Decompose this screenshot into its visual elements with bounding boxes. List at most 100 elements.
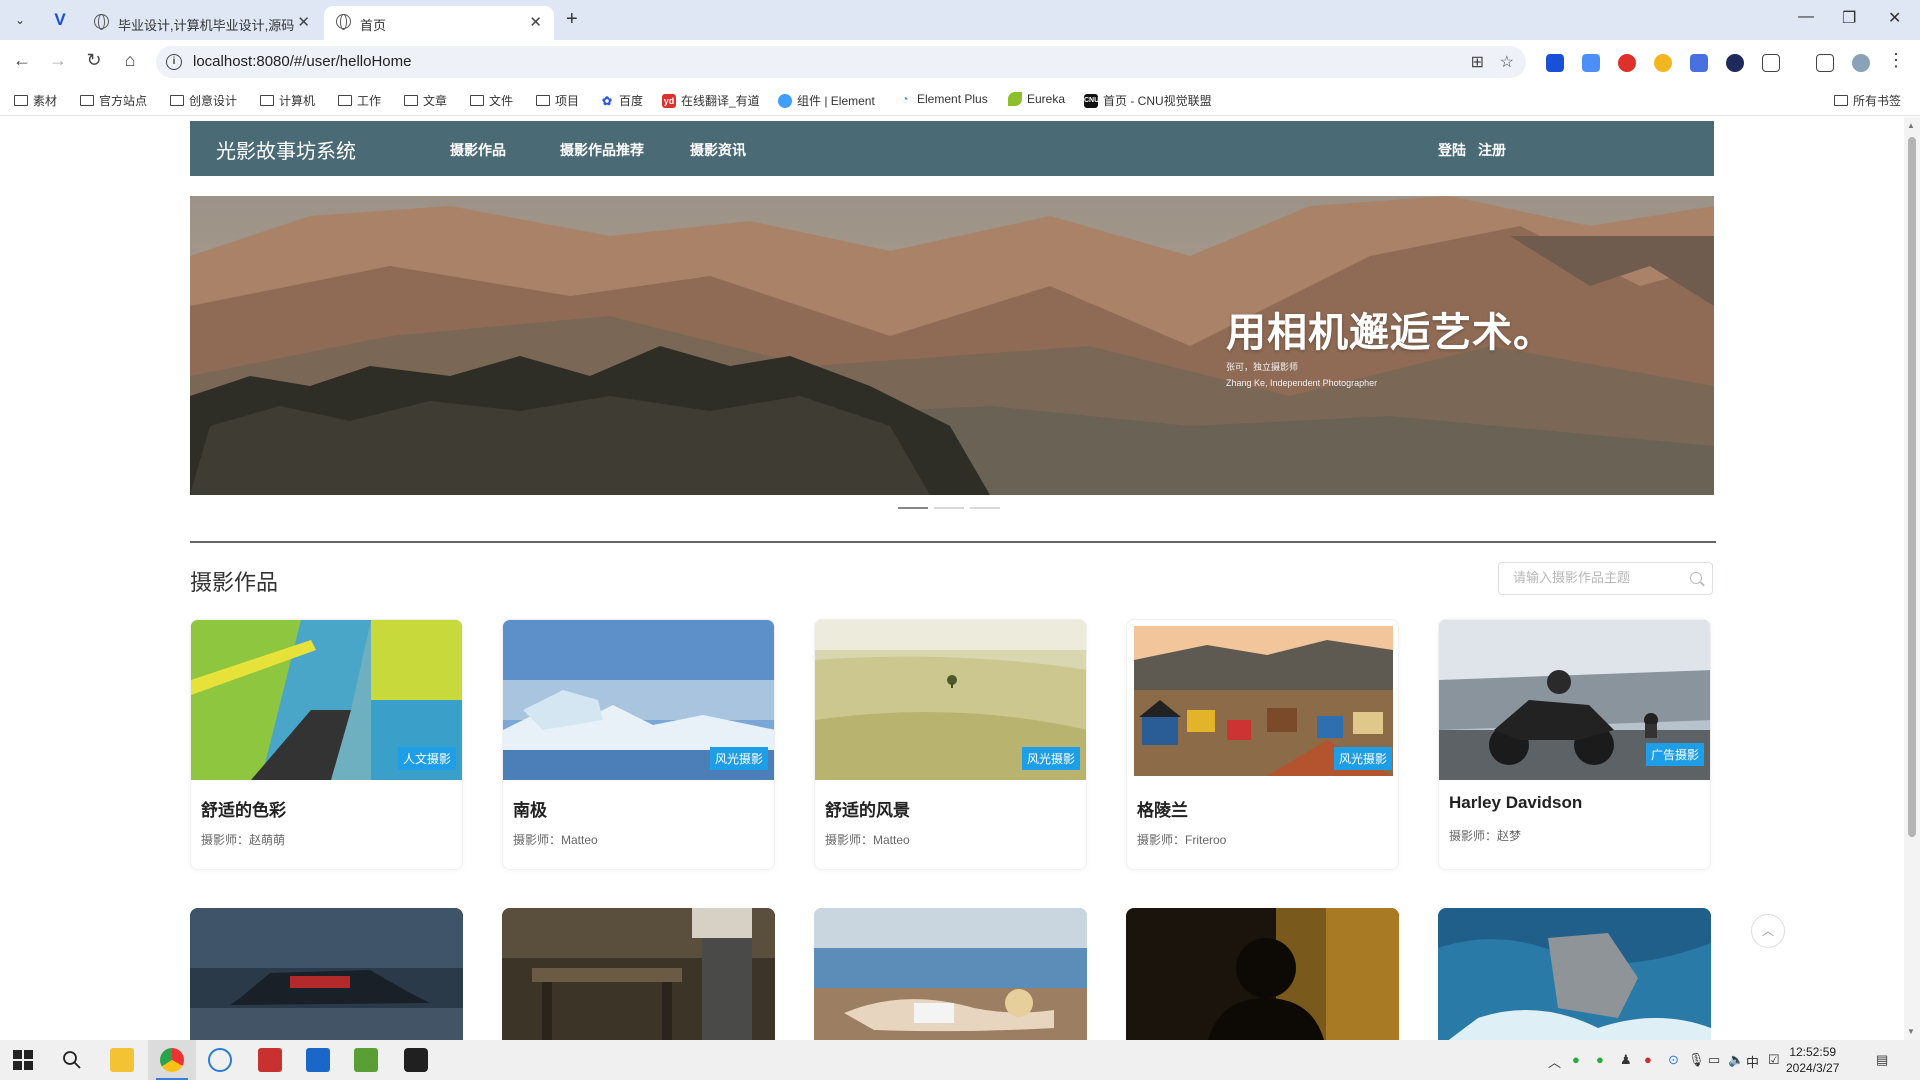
work-image[interactable]: 广告摄影 xyxy=(1439,620,1710,780)
tray-search-icon[interactable]: ⊙ xyxy=(1668,1052,1679,1068)
bookmark-cnu[interactable]: CNU 首页 - CNU视觉联盟 xyxy=(1084,92,1212,109)
notepad-icon[interactable] xyxy=(354,1048,378,1072)
nav-recommended[interactable]: 摄影作品推荐 xyxy=(560,140,644,160)
work-title[interactable]: 格陵兰 xyxy=(1137,796,1188,821)
close-window-icon[interactable]: ✕ xyxy=(1888,8,1901,28)
bookmark-star-icon[interactable]: ☆ xyxy=(1500,52,1514,72)
extension-jh-icon[interactable] xyxy=(1690,54,1708,72)
work-card[interactable] xyxy=(814,908,1087,1040)
volume-icon[interactable]: 🔈 xyxy=(1728,1052,1744,1068)
edge-icon[interactable] xyxy=(208,1048,232,1072)
scroll-up-icon[interactable]: ▲ xyxy=(1907,121,1915,130)
minimize-icon[interactable]: — xyxy=(1798,8,1814,26)
search-taskbar-icon[interactable] xyxy=(60,1048,84,1072)
vue-favicon-icon[interactable]: V xyxy=(50,10,70,30)
work-card[interactable] xyxy=(190,908,463,1040)
site-logo[interactable]: 光影故事坊系统 xyxy=(216,135,356,164)
work-card[interactable] xyxy=(1438,908,1711,1040)
search-input[interactable] xyxy=(1513,570,1683,585)
bookmark-folder[interactable]: 官方站点 xyxy=(80,92,147,109)
tab-graduation-project[interactable]: 毕业设计,计算机毕业设计,源码 ✕ xyxy=(82,6,322,40)
extension-dark-icon[interactable] xyxy=(1726,54,1744,72)
webstorm-icon[interactable] xyxy=(306,1048,330,1072)
profile-avatar[interactable] xyxy=(1852,54,1870,72)
menu-kebab-icon[interactable]: ⋮ xyxy=(1884,50,1908,71)
restore-icon[interactable]: ❐ xyxy=(1842,8,1856,28)
forward-icon[interactable]: → xyxy=(46,50,70,71)
new-tab-button[interactable]: + xyxy=(566,8,578,31)
extension-blue-icon[interactable] xyxy=(1582,54,1600,72)
work-card[interactable]: 风光摄影 南极 摄影师：Matteo xyxy=(502,619,775,870)
bookmark-element[interactable]: 组件 | Element xyxy=(778,92,875,109)
close-tab-icon[interactable]: ✕ xyxy=(529,13,542,31)
bookmark-folder[interactable]: 工作 xyxy=(338,92,381,109)
home-icon[interactable]: ⌂ xyxy=(118,50,142,71)
bookmark-folder[interactable]: 素材 xyxy=(14,92,57,109)
bookmark-element-plus[interactable]: ◔ Element Plus xyxy=(898,92,987,106)
side-panel-icon[interactable] xyxy=(1816,54,1834,72)
bookmark-youdao[interactable]: yd 在线翻译_有道 xyxy=(662,92,760,109)
work-card[interactable]: 风光摄影 格陵兰 摄影师：Friteroo xyxy=(1126,619,1399,870)
tray-check-icon[interactable]: ☑ xyxy=(1768,1052,1780,1068)
search-icon[interactable] xyxy=(1690,572,1702,584)
address-bar[interactable]: i localhost:8080/#/user/helloHome ⊞ ☆ xyxy=(156,46,1526,78)
chrome-taskbar-active[interactable] xyxy=(148,1040,196,1080)
wechat-icon[interactable]: ● xyxy=(1572,1052,1580,1067)
tab-home[interactable]: 首页 ✕ xyxy=(324,6,554,40)
bookmark-baidu[interactable]: ✿ 百度 xyxy=(600,92,643,109)
tray-chevron-icon[interactable]: ︿ xyxy=(1548,1052,1561,1071)
works-search-field[interactable] xyxy=(1498,562,1713,595)
notification-icon[interactable]: ▤ xyxy=(1876,1052,1888,1068)
back-icon[interactable]: ← xyxy=(10,50,34,71)
work-image[interactable]: 风光摄影 xyxy=(503,620,774,780)
work-image[interactable]: 人文摄影 xyxy=(191,620,462,780)
work-card[interactable]: 人文摄影 舒适的色彩 摄影师：赵萌萌 xyxy=(190,619,463,870)
tab-search-chevron-icon[interactable]: ⌄ xyxy=(8,8,32,32)
network-icon[interactable]: ▭ xyxy=(1708,1052,1720,1068)
translate-icon[interactable]: ⊞ xyxy=(1471,52,1484,72)
work-card[interactable]: 风光摄影 舒适的风景 摄影师：Matteo xyxy=(814,619,1087,870)
work-card[interactable] xyxy=(1126,908,1399,1040)
address-url[interactable]: localhost:8080/#/user/helloHome xyxy=(193,53,411,70)
site-info-icon[interactable]: i xyxy=(166,54,182,70)
back-to-top-button[interactable]: ︿ xyxy=(1751,914,1785,948)
bookmark-eureka[interactable]: Eureka xyxy=(1008,92,1065,106)
carousel-indicator[interactable] xyxy=(934,507,964,509)
qq-icon[interactable]: ♟ xyxy=(1620,1052,1632,1068)
tray-app-icon[interactable]: ● xyxy=(1644,1052,1652,1067)
nav-works[interactable]: 摄影作品 xyxy=(450,140,506,160)
work-title[interactable]: 南极 xyxy=(513,796,547,821)
reload-icon[interactable]: ↻ xyxy=(82,50,106,71)
extensions-puzzle-icon[interactable] xyxy=(1762,54,1780,72)
scroll-down-icon[interactable]: ▼ xyxy=(1907,1027,1915,1036)
close-tab-icon[interactable]: ✕ xyxy=(297,13,310,31)
register-link[interactable]: 注册 xyxy=(1478,140,1506,160)
taskbar-clock[interactable]: 12:52:59 2024/3/27 xyxy=(1786,1044,1839,1076)
work-image[interactable]: 风光摄影 xyxy=(1127,620,1398,780)
all-bookmarks-folder[interactable]: 所有书签 xyxy=(1834,92,1901,109)
work-title[interactable]: 舒适的风景 xyxy=(825,796,910,821)
hero-carousel[interactable]: 用相机邂逅艺术。 张可，独立摄影师 Zhang Ke, Independent … xyxy=(190,196,1714,495)
login-link[interactable]: 登陆 xyxy=(1438,140,1466,160)
bookmark-folder[interactable]: 文章 xyxy=(404,92,447,109)
bookmark-folder[interactable]: 文件 xyxy=(470,92,513,109)
recorder-icon[interactable] xyxy=(404,1048,428,1072)
bookmark-folder[interactable]: 创意设计 xyxy=(170,92,237,109)
carousel-indicator[interactable] xyxy=(970,507,1000,509)
scroll-thumb[interactable] xyxy=(1908,137,1916,837)
extension-color-icon[interactable] xyxy=(1654,54,1672,72)
work-card[interactable]: 广告摄影 Harley Davidson 摄影师：赵梦 xyxy=(1438,619,1711,870)
vue-devtools-icon[interactable] xyxy=(1546,54,1564,72)
wechat2-icon[interactable]: ● xyxy=(1596,1052,1604,1067)
microphone-icon[interactable]: 🎙 xyxy=(1688,1052,1705,1068)
bookmark-folder[interactable]: 计算机 xyxy=(260,92,315,109)
carousel-indicator[interactable] xyxy=(898,507,928,509)
work-title[interactable]: 舒适的色彩 xyxy=(201,796,286,821)
ime-indicator[interactable]: 中 xyxy=(1746,1052,1759,1071)
work-image[interactable]: 风光摄影 xyxy=(815,620,1086,780)
work-title[interactable]: Harley Davidson xyxy=(1449,793,1582,813)
bookmark-folder[interactable]: 项目 xyxy=(536,92,579,109)
app-red-icon[interactable] xyxy=(258,1048,282,1072)
windows-start-icon[interactable] xyxy=(12,1049,36,1073)
extension-red-icon[interactable] xyxy=(1618,54,1636,72)
